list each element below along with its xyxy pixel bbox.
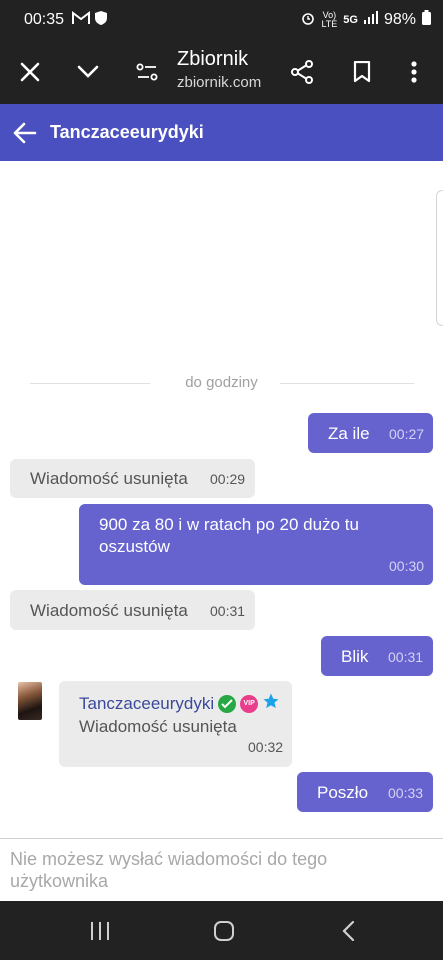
battery-icon bbox=[422, 10, 431, 30]
message-time: 00:29 bbox=[210, 471, 246, 487]
message-incoming-deleted[interactable]: Wiadomość usunięta 00:29 bbox=[10, 459, 255, 498]
signal-icon bbox=[363, 11, 378, 29]
vip-icon: VIP bbox=[240, 694, 259, 713]
volte-bottom: LTE bbox=[321, 19, 338, 29]
message-time: 00:31 bbox=[210, 603, 246, 619]
battery-percent: 98% bbox=[383, 11, 416, 28]
more-icon[interactable] bbox=[396, 54, 432, 90]
close-icon[interactable] bbox=[12, 54, 48, 90]
system-nav-bar bbox=[0, 901, 443, 960]
verified-icon bbox=[218, 694, 237, 713]
message-text: Za ile bbox=[328, 424, 370, 443]
bookmark-icon[interactable] bbox=[344, 54, 380, 90]
chevron-down-icon[interactable] bbox=[70, 54, 106, 90]
message-incoming-deleted[interactable]: Wiadomość usunięta 00:31 bbox=[10, 590, 255, 630]
star-icon bbox=[262, 692, 280, 715]
share-icon[interactable] bbox=[284, 54, 320, 90]
message-outgoing[interactable]: 900 za 80 i w ratach po 20 dużo tu oszus… bbox=[79, 504, 433, 585]
alarm-icon bbox=[301, 11, 315, 30]
message-text: Wiadomość usunięta bbox=[30, 469, 188, 488]
status-time: 00:35 bbox=[24, 11, 65, 28]
message-time: 00:30 bbox=[389, 558, 425, 574]
message-text: Wiadomość usunięta bbox=[30, 601, 188, 620]
message-outgoing[interactable]: Za ile 00:27 bbox=[308, 413, 433, 453]
message-text: Wiadomość usunięta bbox=[79, 717, 237, 736]
fiveg-indicator: 5G bbox=[343, 13, 358, 26]
status-bar: 00:35 Vo) LTE 5G 98% bbox=[0, 0, 443, 40]
home-icon[interactable] bbox=[206, 915, 242, 947]
message-outgoing[interactable]: Blik 00:31 bbox=[321, 636, 433, 676]
chat-title[interactable]: Tanczaceeurydyki bbox=[50, 122, 204, 143]
message-text: Blik bbox=[341, 647, 369, 666]
site-title[interactable]: Zbiornik bbox=[177, 48, 248, 71]
recent-apps-icon[interactable] bbox=[82, 915, 118, 947]
status-left-icons bbox=[72, 10, 108, 31]
avatar[interactable] bbox=[18, 682, 42, 720]
browser-toolbar: Zbiornik zbiornik.com bbox=[0, 40, 443, 104]
message-incoming-with-sender[interactable]: Tanczaceeurydyki VIP Wiadomość usunięta … bbox=[59, 681, 292, 767]
message-text: Poszło bbox=[317, 783, 369, 802]
message-outgoing[interactable]: Poszło 00:33 bbox=[297, 772, 433, 812]
scroll-handle[interactable] bbox=[436, 190, 443, 326]
cannot-send-notice: Nie możesz wysłać wiadomości do tego uży… bbox=[10, 849, 328, 891]
shield-icon bbox=[94, 10, 108, 31]
back-arrow-icon[interactable] bbox=[12, 120, 38, 146]
page-settings-icon[interactable] bbox=[129, 54, 165, 90]
message-text: 900 za 80 i w ratach po 20 dużo tu oszus… bbox=[99, 515, 359, 556]
footer-divider bbox=[0, 838, 443, 839]
gmail-icon bbox=[72, 11, 90, 30]
sender-name[interactable]: Tanczaceeurydyki bbox=[79, 694, 214, 714]
chat-header: Tanczaceeurydyki bbox=[0, 104, 443, 161]
message-time: 00:31 bbox=[388, 649, 424, 665]
back-icon[interactable] bbox=[330, 915, 366, 947]
message-time: 00:32 bbox=[248, 739, 284, 755]
time-separator: do godziny bbox=[0, 374, 443, 392]
separator-line-right bbox=[280, 383, 414, 384]
volte-indicator: Vo) LTE bbox=[321, 11, 337, 29]
message-time: 00:27 bbox=[389, 426, 425, 442]
message-time: 00:33 bbox=[388, 785, 424, 801]
site-url[interactable]: zbiornik.com bbox=[177, 74, 261, 91]
message-sender[interactable]: Tanczaceeurydyki VIP bbox=[79, 692, 280, 715]
status-right-icons: Vo) LTE 5G 98% bbox=[301, 10, 431, 30]
